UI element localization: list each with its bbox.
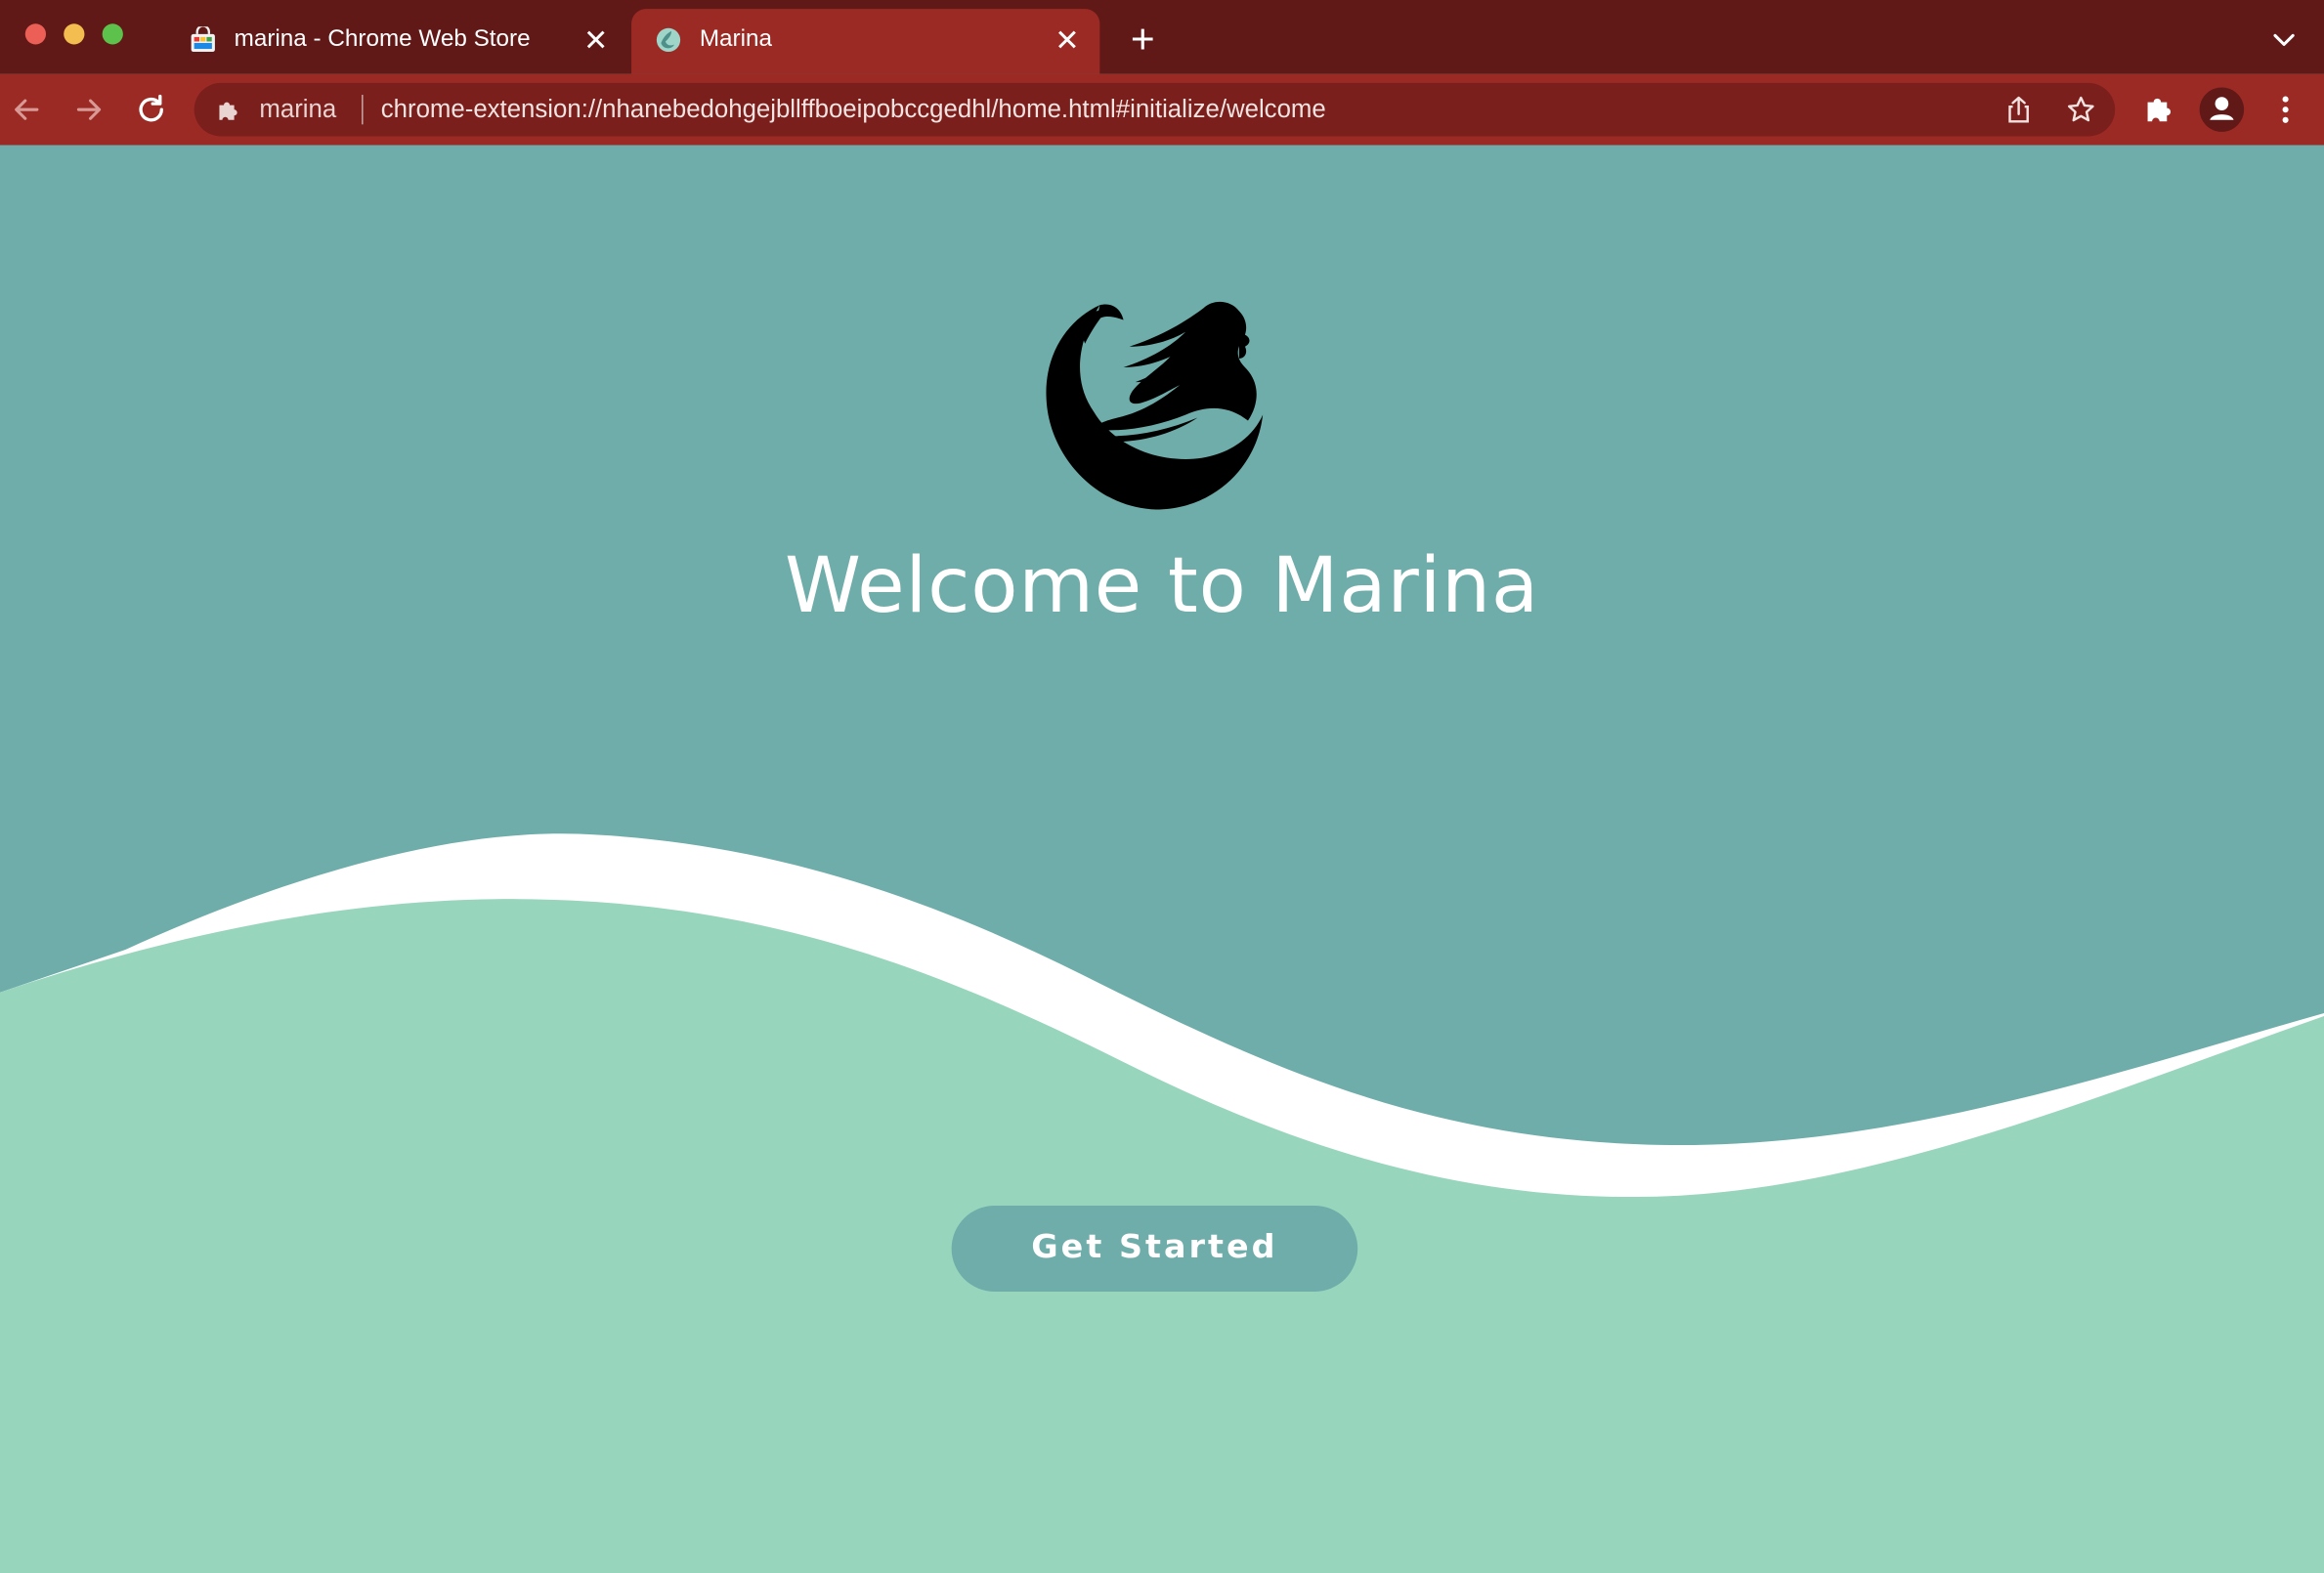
- toolbar: marina chrome-extension://nhanebedohgejb…: [0, 73, 2324, 146]
- welcome-heading: Welcome to Marina: [785, 541, 1539, 631]
- tab-title: Marina: [699, 26, 773, 53]
- tab-title: marina - Chrome Web Store: [234, 26, 531, 53]
- address-bar[interactable]: marina chrome-extension://nhanebedohgejb…: [194, 82, 2116, 137]
- reload-icon[interactable]: [133, 92, 168, 127]
- tab-strip: marina - Chrome Web Store ✕ Marina ✕ +: [0, 0, 2324, 74]
- forward-arrow-icon[interactable]: [71, 92, 107, 127]
- tab-marina[interactable]: Marina ✕: [631, 9, 1100, 74]
- extensions-puzzle-icon[interactable]: [2143, 92, 2175, 124]
- new-tab-button[interactable]: +: [1124, 19, 1162, 60]
- omnibox-divider: [362, 95, 364, 125]
- chrome-web-store-icon: [191, 26, 215, 53]
- puzzle-piece-icon: [219, 102, 237, 120]
- person-icon: [2210, 97, 2234, 120]
- back-arrow-icon[interactable]: [9, 92, 44, 127]
- extension-name-chip: marina: [259, 95, 337, 123]
- close-window-button[interactable]: [24, 23, 47, 45]
- profile-avatar[interactable]: [2199, 87, 2245, 132]
- minimize-window-button[interactable]: [64, 23, 85, 45]
- mermaid-logo-icon: [1046, 301, 1264, 510]
- welcome-page: Welcome to Marina Get Started: [0, 145, 2324, 1573]
- browser-window: marina - Chrome Web Store ✕ Marina ✕ + m…: [0, 0, 2324, 1573]
- chevron-down-icon[interactable]: [2264, 23, 2302, 56]
- zoom-window-button[interactable]: [102, 23, 123, 45]
- close-tab-icon[interactable]: ✕: [1053, 26, 1082, 56]
- mermaid-icon: [656, 27, 681, 53]
- tab-chrome-web-store[interactable]: marina - Chrome Web Store ✕: [166, 9, 628, 74]
- share-icon[interactable]: [2003, 95, 2033, 124]
- get-started-button[interactable]: Get Started: [951, 1206, 1358, 1292]
- bookmark-star-icon[interactable]: [2066, 95, 2095, 124]
- url-text[interactable]: chrome-extension://nhanebedohgejbllffboe…: [381, 95, 1326, 124]
- close-tab-icon[interactable]: ✕: [581, 26, 611, 56]
- kebab-menu-icon[interactable]: [2270, 92, 2300, 127]
